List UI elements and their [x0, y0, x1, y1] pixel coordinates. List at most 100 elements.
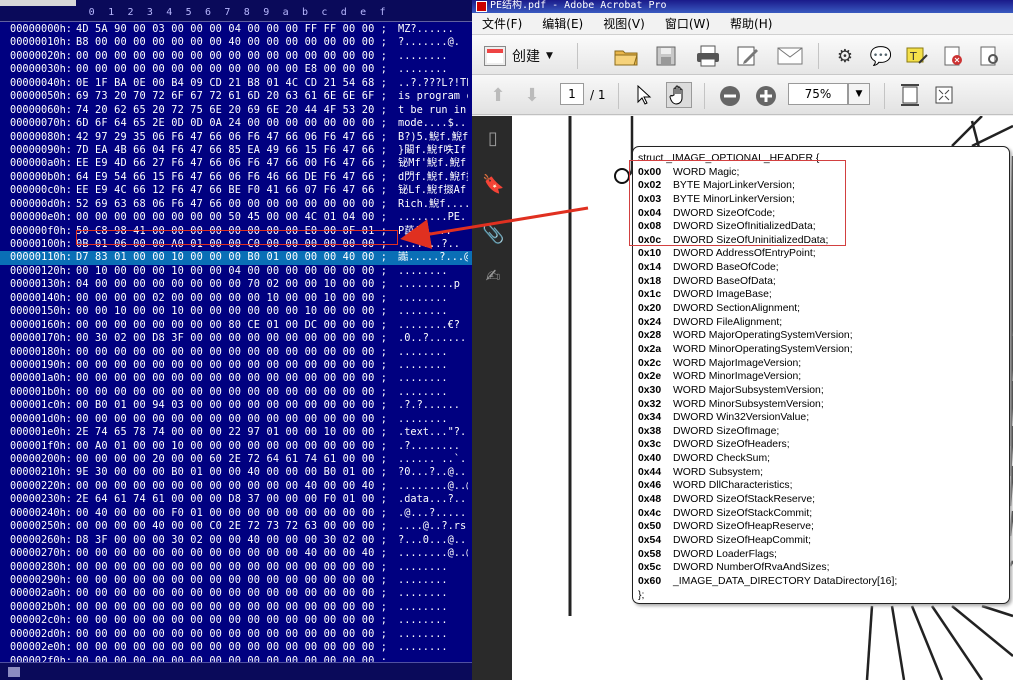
hex-row[interactable]: 00000090h: 7D EA 4B 66 04 F6 47 66 85 EA … — [0, 144, 472, 157]
hex-bytes[interactable]: 00 00 00 00 00 00 00 00 80 CE 01 00 DC 0… — [76, 319, 398, 332]
hex-bytes[interactable]: 04 00 00 00 00 00 00 00 00 70 02 00 00 1… — [76, 278, 398, 291]
hex-row[interactable]: 000000e0h: 00 00 00 00 00 00 00 00 50 45 … — [0, 211, 472, 224]
hand-tool-icon[interactable] — [666, 82, 692, 108]
hex-row[interactable]: 00000140h: 00 00 00 00 02 00 00 00 00 00 … — [0, 292, 472, 305]
hex-bytes[interactable]: 69 73 20 70 72 6F 67 72 61 6D 20 63 61 6… — [76, 90, 398, 103]
hex-ascii[interactable]: ........ — [398, 292, 468, 305]
hex-ascii[interactable]: ....?..?.. — [398, 238, 468, 251]
hex-bytes[interactable]: 00 00 00 00 00 00 00 00 00 00 00 00 00 0… — [76, 601, 398, 614]
hex-ascii[interactable]: }闞f.鯢f呹If.鯢 — [398, 144, 468, 157]
edit-document-icon[interactable] — [734, 43, 762, 69]
hex-row[interactable]: 00000130h: 04 00 00 00 00 00 00 00 00 70 … — [0, 278, 472, 291]
hex-ascii[interactable]: ?.......@. — [398, 36, 468, 49]
hex-ascii[interactable]: d閁f.鯢f.鯢f挢 — [398, 171, 468, 184]
hex-bytes[interactable]: 42 97 29 35 06 F6 47 66 06 F6 47 66 06 F… — [76, 131, 398, 144]
hex-ascii[interactable]: .data...?...?. — [398, 493, 468, 506]
hex-row[interactable]: 000000b0h: 64 E9 54 66 15 F6 47 66 06 F6 … — [0, 171, 472, 184]
hex-row[interactable]: 00000250h: 00 00 00 00 40 00 00 C0 2E 72 … — [0, 520, 472, 533]
hex-ascii[interactable]: ?...0...@...0. — [398, 534, 468, 547]
hex-ascii[interactable]: is program ca — [398, 90, 468, 103]
hex-ascii[interactable]: MZ?...... — [398, 23, 468, 36]
hex-row[interactable]: 000001c0h: 00 B0 01 00 94 03 00 00 00 00 … — [0, 399, 472, 412]
hex-bytes[interactable]: 0E 1F BA 0E 00 B4 09 CD 21 B8 01 4C CD 2… — [76, 77, 398, 90]
hex-bytes[interactable]: 00 00 00 00 00 00 00 00 00 00 00 00 00 0… — [76, 641, 398, 654]
hex-bytes[interactable]: 00 00 10 00 00 10 00 00 00 00 00 00 10 0… — [76, 305, 398, 318]
hex-ascii[interactable]: .?.?...... — [398, 399, 468, 412]
signatures-icon[interactable]: ✍ — [482, 266, 504, 288]
hex-row[interactable]: 00000020h: 00 00 00 00 00 00 00 00 00 00 … — [0, 50, 472, 63]
hex-row[interactable]: 000001e0h: 2E 74 65 78 74 00 00 00 22 97 … — [0, 426, 472, 439]
print-icon[interactable] — [694, 43, 722, 69]
hex-row[interactable]: 000002d0h: 00 00 00 00 00 00 00 00 00 00 … — [0, 628, 472, 641]
hex-ascii[interactable]: ........ — [398, 359, 468, 372]
hex-row[interactable]: 00000260h: D8 3F 00 00 00 30 02 00 00 40 … — [0, 534, 472, 547]
hex-ascii[interactable]: ..?.???L?!Th — [398, 77, 468, 90]
hex-ascii[interactable]: ........ — [398, 265, 468, 278]
hex-ascii[interactable]: ........ — [398, 413, 468, 426]
document-properties-icon[interactable] — [976, 43, 1002, 69]
hex-row[interactable]: 00000210h: 9E 30 00 00 00 B0 01 00 00 40 … — [0, 466, 472, 479]
hex-row[interactable]: 00000200h: 00 00 00 00 20 00 00 60 2E 72 … — [0, 453, 472, 466]
hex-bytes[interactable]: 52 69 63 68 06 F6 47 66 00 00 00 00 00 0… — [76, 198, 398, 211]
remove-document-icon[interactable] — [940, 43, 966, 69]
hex-ascii[interactable]: ........ — [398, 63, 468, 76]
hex-ascii[interactable]: .........p — [398, 278, 468, 291]
create-button[interactable]: 创建 ▼ — [484, 44, 553, 68]
hex-file-tab[interactable] — [0, 0, 76, 6]
hex-ascii[interactable]: ........@..@ — [398, 547, 468, 560]
menu-edit[interactable]: 编辑(E) — [542, 15, 583, 32]
hex-bytes[interactable]: 00 A0 01 00 00 10 00 00 00 00 00 00 00 0… — [76, 440, 398, 453]
hex-horizontal-scrollbar[interactable] — [0, 662, 472, 680]
hex-row[interactable]: 00000160h: 00 00 00 00 00 00 00 00 80 CE … — [0, 319, 472, 332]
menu-help[interactable]: 帮助(H) — [730, 15, 772, 32]
highlight-text-icon[interactable]: T — [904, 43, 930, 69]
hex-ascii[interactable]: ........€? — [398, 319, 468, 332]
hex-ascii[interactable]: ........ — [398, 574, 468, 587]
hex-row[interactable]: 00000070h: 6D 6F 64 65 2E 0D 0D 0A 24 00 … — [0, 117, 472, 130]
document-view[interactable]: struct _IMAGE_OPTIONAL_HEADER { 0x00 WORD… — [512, 116, 1013, 680]
hex-ascii[interactable]: .text..."?. — [398, 426, 468, 439]
hex-row[interactable]: 00000120h: 00 10 00 00 00 10 00 00 04 00 … — [0, 265, 472, 278]
hex-row[interactable]: 00000270h: 00 00 00 00 00 00 00 00 00 00 … — [0, 547, 472, 560]
hex-bytes[interactable]: 2E 64 61 74 61 00 00 00 D8 37 00 00 00 F… — [76, 493, 398, 506]
full-screen-icon[interactable] — [932, 84, 956, 106]
hex-ascii[interactable]: ........ — [398, 305, 468, 318]
zoom-level-input[interactable]: 75% — [788, 83, 848, 105]
hex-bytes[interactable]: 74 20 62 65 20 72 75 6E 20 69 6E 20 44 4… — [76, 104, 398, 117]
hex-ascii[interactable]: ........ — [398, 601, 468, 614]
hex-rows[interactable]: 00000000h: 4D 5A 90 00 03 00 00 00 04 00 … — [0, 23, 472, 680]
hex-row[interactable]: 00000280h: 00 00 00 00 00 00 00 00 00 00 … — [0, 561, 472, 574]
hex-bytes[interactable]: 00 00 00 00 00 00 00 00 00 00 00 00 40 0… — [76, 547, 398, 560]
hex-row[interactable]: 00000290h: 00 00 00 00 00 00 00 00 00 00 … — [0, 574, 472, 587]
hex-ascii[interactable]: B?)5.鯢f.鯢f. — [398, 131, 468, 144]
previous-page-icon[interactable]: ⬆ — [486, 84, 510, 106]
hex-ascii[interactable]: ........PE.. — [398, 211, 468, 224]
hex-ascii[interactable]: P葮A..... — [398, 225, 468, 238]
page-number-input[interactable]: 1 — [560, 83, 584, 105]
hex-row[interactable]: 000002e0h: 00 00 00 00 00 00 00 00 00 00 … — [0, 641, 472, 654]
hex-bytes[interactable]: 64 E9 54 66 15 F6 47 66 06 F6 46 66 DE F… — [76, 171, 398, 184]
hex-ascii[interactable]: ?0...?..@...? — [398, 466, 468, 479]
hex-row[interactable]: 000002c0h: 00 00 00 00 00 00 00 00 00 00 … — [0, 614, 472, 627]
hex-row[interactable]: 000000c0h: EE E9 4C 66 12 F6 47 66 BE F0 … — [0, 184, 472, 197]
hex-ascii[interactable]: ........ — [398, 614, 468, 627]
hex-row[interactable]: 00000000h: 4D 5A 90 00 03 00 00 00 04 00 … — [0, 23, 472, 36]
save-icon[interactable] — [652, 43, 680, 69]
menu-file[interactable]: 文件(F) — [482, 15, 522, 32]
hex-ascii[interactable]: ...... ..`.rdata — [398, 453, 468, 466]
hex-row[interactable]: 000002a0h: 00 00 00 00 00 00 00 00 00 00 … — [0, 587, 472, 600]
hex-row[interactable]: 00000180h: 00 00 00 00 00 00 00 00 00 00 … — [0, 346, 472, 359]
hex-ascii[interactable]: ....@..?.rsrc — [398, 520, 468, 533]
hex-ascii[interactable]: ........ — [398, 386, 468, 399]
hex-bytes[interactable]: EE E9 4D 66 27 F6 47 66 06 F6 47 66 00 F… — [76, 157, 398, 170]
hex-bytes[interactable]: 00 00 00 00 00 00 00 00 00 00 00 00 00 0… — [76, 587, 398, 600]
hex-bytes[interactable]: 00 00 00 00 00 00 00 00 00 00 00 00 00 0… — [76, 628, 398, 641]
hex-ascii[interactable]: 铋Mf'鯢f.鯢f.鯢 — [398, 157, 468, 170]
menu-window[interactable]: 窗口(W) — [665, 15, 710, 32]
zoom-dropdown-chevron-icon[interactable]: ▼ — [848, 83, 870, 105]
hex-row[interactable]: 000000d0h: 52 69 63 68 06 F6 47 66 00 00 … — [0, 198, 472, 211]
hex-row[interactable]: 00000040h: 0E 1F BA 0E 00 B4 09 CD 21 B8 … — [0, 77, 472, 90]
next-page-icon[interactable]: ⬇ — [520, 84, 544, 106]
hex-bytes[interactable]: 00 00 00 00 00 00 00 00 00 00 00 00 00 0… — [76, 346, 398, 359]
scrollbar-thumb[interactable] — [8, 667, 20, 677]
